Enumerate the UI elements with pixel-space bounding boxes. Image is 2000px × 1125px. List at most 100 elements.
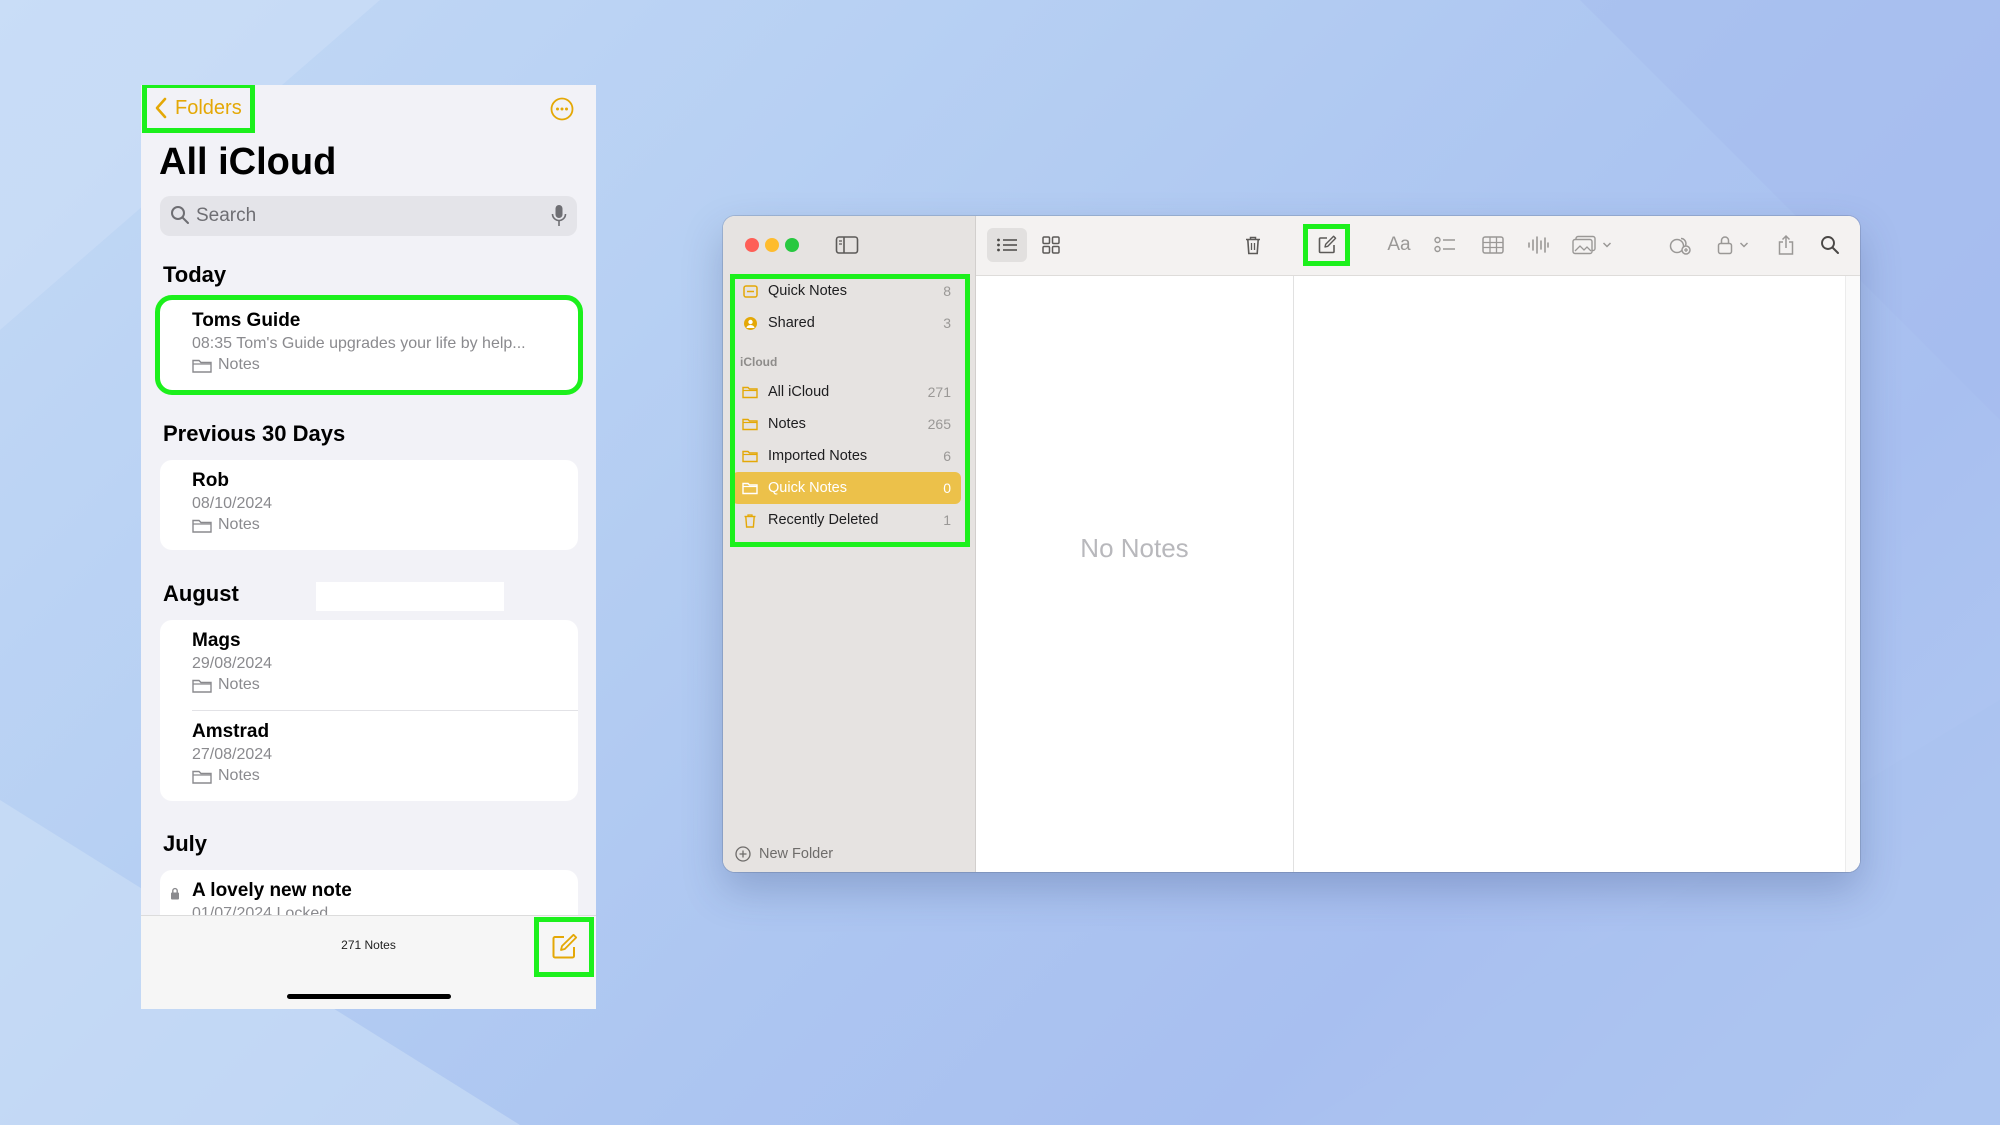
new-folder-label: New Folder — [759, 846, 834, 862]
note-folder: Notes — [218, 767, 260, 784]
checklist-icon — [1434, 236, 1455, 253]
note-list-pane: No Notes — [976, 276, 1294, 872]
sidebar-item-quick-notes-folder[interactable]: Quick Notes 0 — [732, 472, 961, 504]
row-divider — [192, 710, 578, 711]
sidebar-toggle-icon[interactable] — [835, 235, 859, 255]
lock-icon — [1717, 236, 1733, 255]
note-folder: Notes — [218, 516, 260, 533]
more-options-icon[interactable] — [550, 97, 574, 121]
note-title: Rob — [192, 470, 229, 491]
sidebar-item-count: 265 — [927, 416, 951, 432]
plus-circle-icon — [735, 846, 751, 862]
sidebar-item-all-icloud[interactable]: All iCloud 271 — [732, 376, 961, 408]
list-item[interactable]: Amstrad 27/08/2024 Notes — [192, 721, 272, 785]
sidebar-item-label: Imported Notes — [768, 448, 868, 464]
microphone-icon[interactable] — [551, 204, 567, 228]
folder-icon — [742, 482, 758, 494]
note-title: A lovely new note — [192, 880, 352, 901]
folder-list: Quick Notes 8 Shared 3 iCloud All iCloud… — [732, 275, 961, 536]
gallery-view-button[interactable] — [1034, 228, 1068, 262]
folder-icon — [192, 770, 212, 784]
lock-button[interactable] — [1710, 228, 1756, 262]
zoom-window-button[interactable] — [785, 238, 799, 252]
new-note-button[interactable] — [1303, 224, 1350, 266]
grid-view-icon — [1042, 236, 1060, 254]
sidebar-item-count: 8 — [943, 283, 951, 299]
folders-back-button[interactable]: Folders — [142, 85, 255, 133]
share-button[interactable] — [1771, 228, 1801, 262]
sidebar-item-recently-deleted[interactable]: Recently Deleted 1 — [732, 504, 961, 536]
sidebar-item-label: Recently Deleted — [768, 512, 879, 528]
note-card-rob[interactable]: Rob 08/10/2024 Notes — [160, 460, 578, 550]
note-meta: 29/08/2024 — [192, 655, 273, 672]
section-header-august: August — [163, 581, 239, 606]
editor-scrollbar[interactable] — [1845, 276, 1860, 872]
delete-button[interactable] — [1238, 228, 1268, 262]
chevron-down-icon — [1602, 242, 1612, 248]
iphone-notes-screen: Folders All iCloud Search Today Toms Gui… — [141, 85, 596, 1009]
sidebar-item-notes[interactable]: Notes 265 — [732, 408, 961, 440]
chevron-left-icon — [155, 97, 167, 119]
home-indicator — [287, 994, 451, 999]
photo-icon — [1572, 235, 1596, 255]
sidebar-item-quick-notes[interactable]: Quick Notes 8 — [732, 275, 961, 307]
folder-icon — [742, 386, 758, 398]
sidebar-item-label: Quick Notes — [768, 283, 847, 299]
lock-icon — [171, 887, 179, 900]
sidebar-group-label: iCloud — [740, 355, 778, 369]
sidebar-item-imported-notes[interactable]: Imported Notes 6 — [732, 440, 961, 472]
note-meta: 08/10/2024 — [192, 495, 273, 512]
search-icon — [1821, 236, 1839, 254]
list-view-button[interactable] — [987, 228, 1027, 262]
note-editor[interactable] — [1294, 276, 1860, 872]
chevron-down-icon — [1739, 242, 1749, 248]
folder-icon — [192, 519, 212, 533]
sidebar-item-label: Shared — [768, 315, 815, 331]
search-button[interactable] — [1815, 228, 1845, 262]
audio-button[interactable] — [1523, 228, 1553, 262]
format-button[interactable]: Aa — [1382, 228, 1416, 262]
collaborate-button[interactable] — [1665, 228, 1695, 262]
folder-icon — [192, 359, 212, 373]
close-window-button[interactable] — [745, 238, 759, 252]
folder-icon — [192, 679, 212, 693]
list-item[interactable]: Mags 29/08/2024 Notes — [192, 630, 272, 694]
list-item[interactable]: Toms Guide 08:35 Tom's Guide upgrades yo… — [192, 310, 526, 374]
redaction-box — [316, 582, 504, 611]
new-note-button[interactable] — [534, 917, 594, 977]
compose-icon — [552, 933, 578, 959]
sidebar-item-count: 0 — [943, 480, 951, 496]
search-input[interactable]: Search — [160, 196, 577, 236]
sidebar-item-count: 3 — [943, 315, 951, 331]
sidebar-item-label: All iCloud — [768, 384, 830, 400]
folders-back-label: Folders — [175, 96, 242, 119]
note-folder: Notes — [218, 676, 260, 693]
checklist-button[interactable] — [1429, 228, 1461, 262]
note-card-group-august: Mags 29/08/2024 Notes Amstrad 27/08/2024… — [160, 620, 578, 801]
note-card-toms-guide[interactable]: Toms Guide 08:35 Tom's Guide upgrades yo… — [155, 295, 583, 395]
shared-icon — [743, 316, 757, 330]
list-item[interactable]: Rob 08/10/2024 Notes — [192, 470, 272, 534]
section-header-previous-30-days: Previous 30 Days — [163, 421, 346, 446]
quick-notes-icon — [742, 284, 758, 298]
sidebar-item-shared[interactable]: Shared 3 — [732, 307, 961, 339]
minimize-window-button[interactable] — [765, 238, 779, 252]
search-placeholder: Search — [196, 205, 257, 226]
section-header-today: Today — [163, 262, 227, 287]
search-icon — [171, 206, 189, 224]
collaborate-icon — [1669, 237, 1691, 255]
note-meta: 08:35 Tom's Guide upgrades your life by … — [192, 335, 526, 352]
sidebar: Quick Notes 8 Shared 3 iCloud All iCloud… — [723, 216, 976, 872]
media-button[interactable] — [1567, 228, 1617, 262]
sidebar-item-label: Quick Notes — [768, 480, 847, 496]
notes-app-window: Quick Notes 8 Shared 3 iCloud All iCloud… — [723, 216, 1860, 872]
table-button[interactable] — [1477, 228, 1509, 262]
compose-icon — [1318, 235, 1336, 254]
toolbar: Aa — [976, 216, 1860, 276]
note-title: Amstrad — [192, 721, 270, 742]
new-folder-button[interactable]: New Folder — [735, 846, 833, 862]
note-meta: 27/08/2024 — [192, 746, 273, 763]
empty-state-label: No Notes — [1080, 533, 1189, 563]
folder-icon — [742, 418, 758, 430]
waveform-icon — [1528, 236, 1549, 254]
